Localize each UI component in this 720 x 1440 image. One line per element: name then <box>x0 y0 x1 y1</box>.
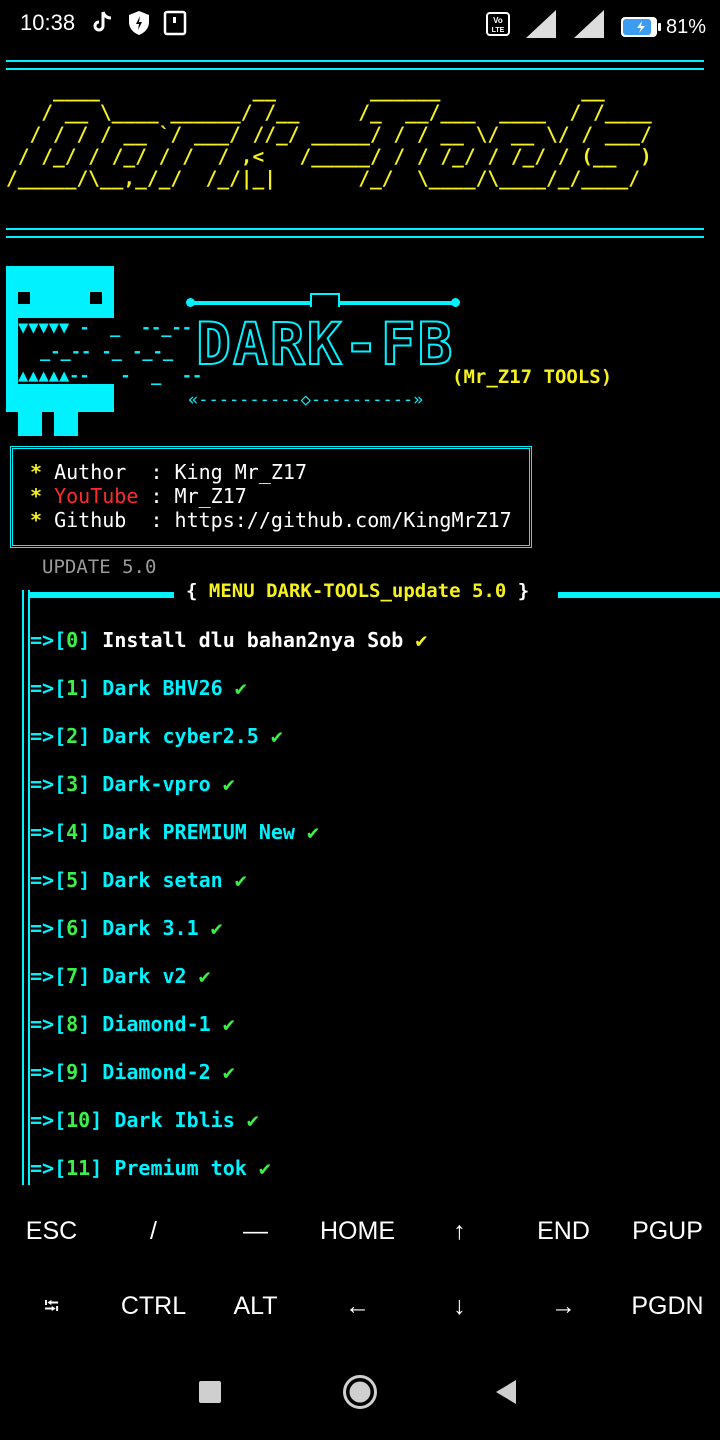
battery-icon: 81% <box>620 16 706 39</box>
extra-keys-bar: ESC / — HOME ↑ END PGUP ⭾ CTRL ALT ← ↓ →… <box>0 1195 720 1345</box>
key-right[interactable]: → <box>512 1292 615 1321</box>
divider <box>6 60 704 70</box>
logo-teeth-top: ▼▼▼▼▼ - _ --_-- <box>18 318 192 338</box>
key-tab[interactable]: ⭾ <box>0 1292 103 1326</box>
screenshot-icon <box>163 10 187 40</box>
terminal-view[interactable]: ____ __ ______ __ / __ \____ ______/ /__… <box>0 50 720 1185</box>
menu-item-0[interactable]: =>[0] Install dlu bahan2nya Sob ✔ <box>30 628 427 652</box>
update-label: UPDATE 5.0 <box>42 556 157 578</box>
menu-title: { MENU DARK-TOOLS_update 5.0 } <box>186 580 530 602</box>
logo-teeth-mid: _-_-- -_ -_-_ <box>40 342 174 362</box>
volte-icon: Vo LTE <box>485 12 510 42</box>
menu-rule-right <box>558 592 720 598</box>
key-home[interactable]: HOME <box>306 1217 409 1246</box>
signal-icon <box>572 8 606 46</box>
logo-top-rule <box>186 293 460 307</box>
key-pgup[interactable]: PGUP <box>616 1217 719 1246</box>
recents-icon[interactable] <box>199 1381 221 1403</box>
key-pgdn[interactable]: PGDN <box>616 1292 719 1321</box>
menu-item-9[interactable]: =>[9] Diamond-2 ✔ <box>30 1060 235 1084</box>
menu-item-5[interactable]: =>[5] Dark setan ✔ <box>30 868 247 892</box>
key-alt[interactable]: ALT <box>204 1292 307 1321</box>
home-icon[interactable] <box>342 1374 378 1414</box>
menu-item-1[interactable]: =>[1] Dark BHV26 ✔ <box>30 676 247 700</box>
menu-item-6[interactable]: =>[6] Dark 3.1 ✔ <box>30 916 223 940</box>
ascii-banner: ____ __ ______ __ / __ \____ ______/ /__… <box>6 79 652 190</box>
menu-item-2[interactable]: =>[2] Dark cyber2.5 ✔ <box>30 724 283 748</box>
battery-level: 81% <box>665 15 706 38</box>
key-end[interactable]: END <box>512 1217 615 1246</box>
menu-rule-left <box>28 592 174 598</box>
status-time: 10:38 <box>20 10 76 35</box>
navigation-bar <box>0 1350 720 1440</box>
signal-icon <box>524 8 558 46</box>
status-right: Vo LTE 81% <box>485 8 706 46</box>
logo-title: DARK-FB <box>195 310 455 378</box>
shield-icon <box>128 10 150 40</box>
menu-item-3[interactable]: =>[3] Dark-vpro ✔ <box>30 772 235 796</box>
logo-subtitle: (Mr_Z17 TOOLS) <box>452 366 613 388</box>
svg-text:Vo: Vo <box>493 16 503 25</box>
key-up[interactable]: ↑ <box>408 1217 511 1246</box>
svg-text:LTE: LTE <box>492 27 505 34</box>
key-esc[interactable]: ESC <box>0 1217 103 1246</box>
key-left[interactable]: ← <box>306 1292 409 1321</box>
status-bar: 10:38 Vo LTE 81% <box>0 0 720 50</box>
logo-teeth-bot: ▲▲▲▲▲-- - _ -- <box>18 366 203 386</box>
menu-frame-left <box>22 590 30 1185</box>
key-slash[interactable]: / <box>102 1217 205 1246</box>
divider <box>6 228 704 238</box>
menu-item-11[interactable]: =>[11] Premium tok ✔ <box>30 1156 271 1180</box>
key-dash[interactable]: — <box>204 1217 307 1246</box>
menu-item-7[interactable]: =>[7] Dark v2 ✔ <box>30 964 211 988</box>
info-author: * Author : King Mr_Z17 <box>30 460 307 484</box>
menu-item-4[interactable]: =>[4] Dark PREMIUM New ✔ <box>30 820 319 844</box>
menu-item-8[interactable]: =>[8] Diamond-1 ✔ <box>30 1012 235 1036</box>
info-github: * Github : https://github.com/KingMrZ17 <box>30 508 512 532</box>
key-ctrl[interactable]: CTRL <box>102 1292 205 1321</box>
back-icon[interactable] <box>494 1379 518 1409</box>
info-youtube: * YouTube : Mr_Z17 <box>30 484 247 508</box>
menu-item-10[interactable]: =>[10] Dark Iblis ✔ <box>30 1108 259 1132</box>
tiktok-icon <box>90 10 114 40</box>
logo-underline: «----------◇----------» <box>188 390 424 410</box>
key-down[interactable]: ↓ <box>408 1292 511 1321</box>
